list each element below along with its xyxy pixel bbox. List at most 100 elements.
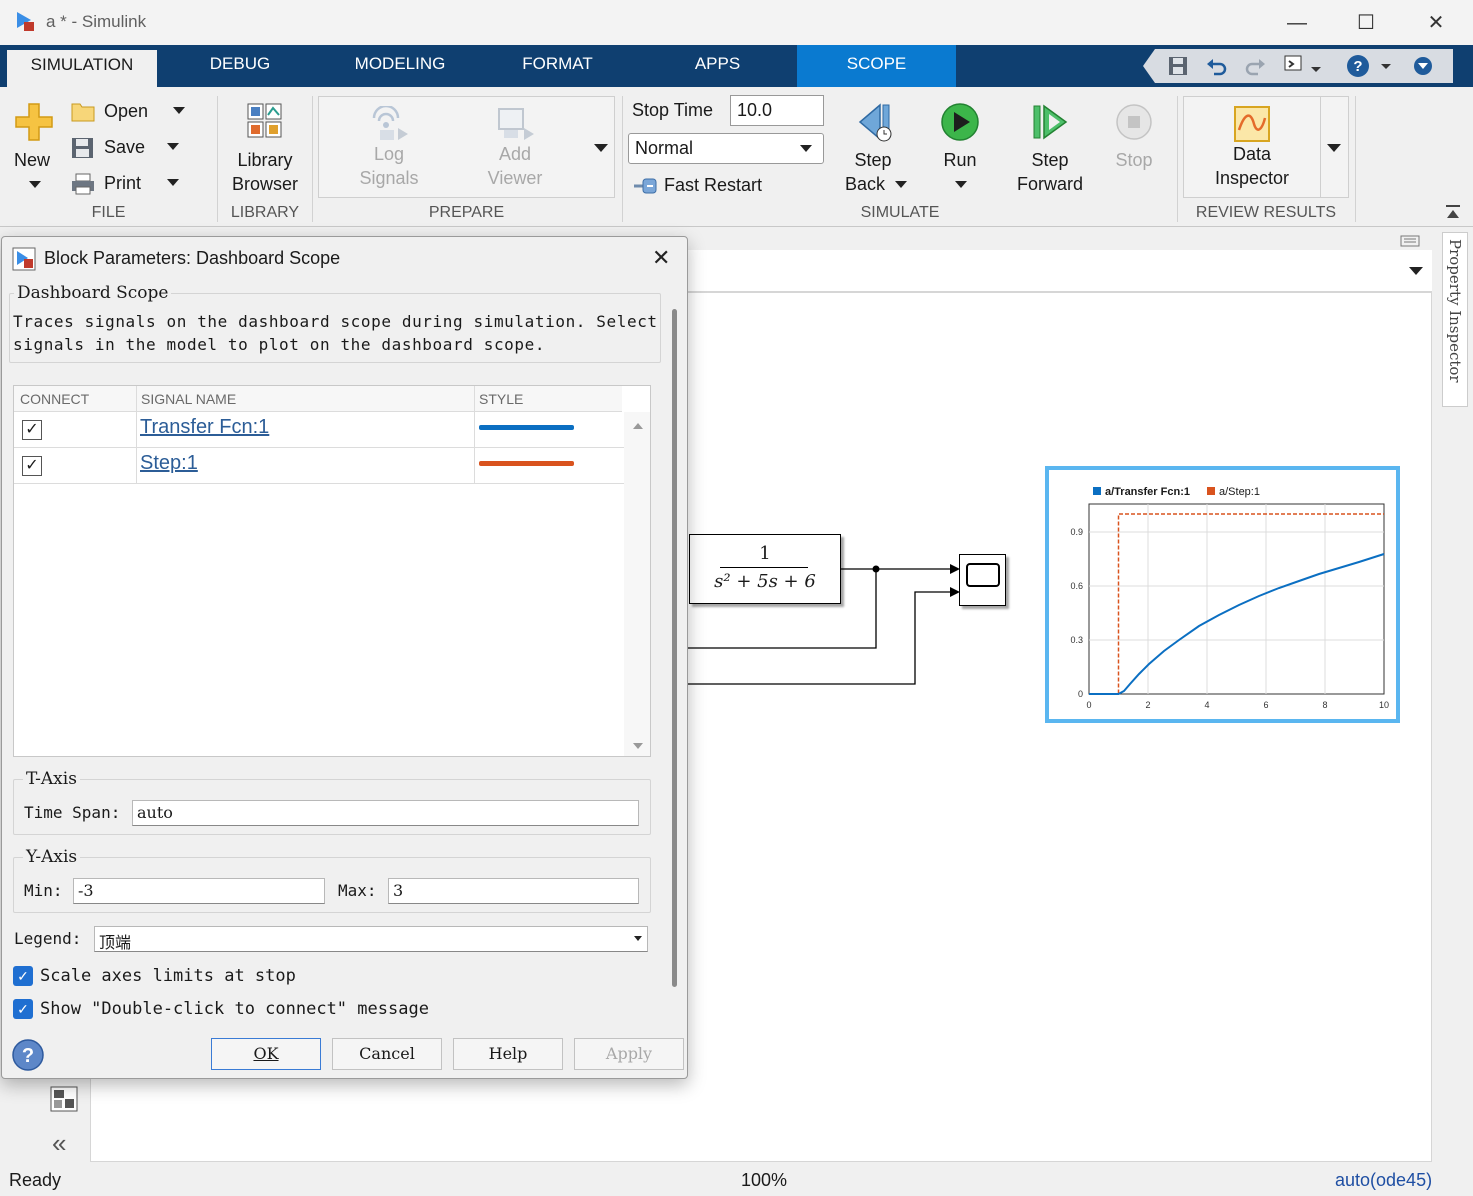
save-quick-icon[interactable] — [1167, 55, 1189, 77]
library-browser-icon[interactable] — [247, 103, 283, 139]
y-max-input[interactable]: 3 — [388, 878, 639, 904]
step-back-line2[interactable]: Back — [845, 174, 885, 195]
step-back-dropdown-icon[interactable] — [894, 180, 908, 190]
ribbon-separator — [1177, 96, 1178, 222]
model-browser-icon[interactable] — [50, 1086, 78, 1112]
new-model-icon[interactable] — [14, 102, 54, 142]
library-browser-line2[interactable]: Browser — [218, 174, 312, 195]
save-button[interactable]: Save — [104, 137, 145, 158]
time-span-input[interactable]: auto — [132, 800, 639, 826]
x-tick-2: 2 — [1145, 700, 1150, 710]
new-dropdown-icon[interactable] — [28, 180, 42, 190]
tab-simulation[interactable]: SIMULATION — [7, 50, 157, 87]
open-dropdown-icon[interactable] — [172, 106, 186, 116]
fraction-bar — [720, 567, 808, 568]
ok-button[interactable]: OK — [211, 1038, 321, 1070]
review-gallery-dropdown-icon[interactable] — [1326, 143, 1342, 153]
signal-link-step[interactable]: Step:1 — [140, 452, 198, 475]
maximize-button[interactable]: ☐ — [1343, 8, 1389, 38]
new-label[interactable]: New — [14, 150, 50, 171]
dialog-close-button[interactable]: ✕ — [652, 245, 670, 271]
run-dropdown-icon[interactable] — [954, 180, 968, 190]
dashboard-scope[interactable]: a/Transfer Fcn:1 a/Step:1 0 2 4 6 8 10 0… — [1045, 466, 1400, 723]
show-message-checkbox[interactable]: ✓ — [13, 999, 33, 1019]
property-inspector-tab[interactable]: Property Inspector — [1442, 232, 1468, 407]
tab-debug[interactable]: DEBUG — [170, 45, 310, 87]
y-max-label: Max: — [338, 881, 377, 900]
scale-axes-checkbox[interactable]: ✓ — [13, 966, 33, 986]
data-inspector-line1[interactable]: Data — [1200, 144, 1304, 165]
transfer-fcn-numerator: 1 — [759, 543, 771, 564]
table-row: ✓ Transfer Fcn:1 — [14, 412, 624, 448]
save-dropdown-icon[interactable] — [166, 142, 180, 152]
column-connect-header: CONNECT — [20, 391, 90, 407]
step-back-line1[interactable]: Step — [836, 150, 910, 171]
data-inspector-line2[interactable]: Inspector — [1200, 168, 1304, 189]
step-forward-line1[interactable]: Step — [1010, 150, 1090, 171]
close-window-button[interactable]: ✕ — [1413, 8, 1459, 38]
transfer-fcn-block[interactable]: 1 s² + 5s + 6 — [689, 534, 841, 604]
block-parameters-dialog: Block Parameters: Dashboard Scope ✕ Dash… — [1, 236, 688, 1079]
collapse-toolstrip-icon[interactable] — [1444, 204, 1462, 220]
tab-apps[interactable]: APPS — [650, 45, 785, 87]
fast-restart-icon[interactable] — [632, 176, 658, 196]
title-bar: a * - Simulink — ☐ ✕ — [0, 0, 1473, 45]
undo-icon[interactable] — [1205, 55, 1229, 77]
dialog-scrollbar-thumb[interactable] — [672, 309, 677, 987]
fast-restart-button[interactable]: Fast Restart — [664, 175, 762, 196]
connect-checkbox-step[interactable]: ✓ — [22, 456, 42, 476]
y-min-input[interactable]: -3 — [73, 878, 325, 904]
prepare-gallery-dropdown-icon[interactable] — [593, 143, 609, 153]
explorer-bar-dropdown-icon[interactable] — [1408, 266, 1424, 276]
run-icon[interactable] — [940, 102, 980, 142]
run-button[interactable]: Run — [924, 150, 996, 171]
open-button[interactable]: Open — [104, 101, 148, 122]
minimize-button[interactable]: — — [1274, 8, 1320, 38]
status-text: Ready — [9, 1170, 62, 1190]
collapse-ribbon-icon[interactable] — [1411, 55, 1435, 77]
cancel-button[interactable]: Cancel — [332, 1038, 442, 1070]
hide-explorer-bar-icon[interactable] — [1400, 235, 1420, 247]
help-button[interactable]: Help — [453, 1038, 563, 1070]
collapse-palette-icon[interactable]: « — [52, 1128, 66, 1159]
step-forward-icon[interactable] — [1030, 102, 1070, 142]
style-swatch-blue[interactable] — [479, 425, 574, 430]
solver-link[interactable]: auto(ode45) — [1335, 1170, 1432, 1191]
table-scrollbar[interactable] — [624, 412, 650, 756]
print-button[interactable]: Print — [104, 173, 141, 194]
scroll-down-icon[interactable] — [632, 742, 644, 750]
help-circle-icon[interactable]: ? — [11, 1038, 45, 1072]
signal-link-transfer-fcn[interactable]: Transfer Fcn:1 — [140, 416, 269, 439]
x-tick-4: 4 — [1204, 700, 1209, 710]
stop-time-input[interactable]: 10.0 — [730, 95, 824, 126]
simulation-mode-select[interactable]: Normal — [628, 133, 824, 164]
data-inspector-icon[interactable] — [1234, 106, 1270, 142]
print-dropdown-icon[interactable] — [166, 178, 180, 188]
tab-modeling[interactable]: MODELING — [330, 45, 470, 87]
y-tick-0-9: 0.9 — [1070, 527, 1083, 537]
style-swatch-orange[interactable] — [479, 461, 574, 466]
signals-table: CONNECT SIGNAL NAME STYLE ✓ Transfer Fcn… — [13, 385, 651, 757]
scroll-up-icon[interactable] — [632, 422, 644, 430]
show-message-label: Show "Double-click to connect" message — [40, 999, 429, 1019]
step-forward-line2[interactable]: Forward — [1010, 174, 1090, 195]
step-back-icon[interactable] — [854, 102, 896, 142]
tab-format[interactable]: FORMAT — [490, 45, 625, 87]
quick-access-toolbar: ? — [1143, 49, 1453, 83]
save-icon[interactable] — [70, 136, 96, 160]
t-axis-title: T-Axis — [23, 769, 80, 789]
section-library-label: LIBRARY — [230, 204, 300, 221]
legend-select[interactable]: 顶端 — [94, 926, 648, 952]
window-title: a * - Simulink — [46, 12, 147, 31]
open-folder-icon[interactable] — [70, 100, 96, 124]
time-span-label: Time Span: — [24, 803, 121, 822]
zoom-level: 100% — [741, 1170, 788, 1190]
print-icon[interactable] — [70, 172, 96, 196]
find-icon[interactable] — [1283, 53, 1323, 79]
help-icon[interactable]: ? — [1345, 53, 1397, 79]
add-viewer-line2: Viewer — [487, 168, 543, 188]
connect-checkbox-transfer-fcn[interactable]: ✓ — [22, 420, 42, 440]
tab-scope[interactable]: SCOPE — [797, 45, 956, 87]
scope-block[interactable] — [959, 554, 1006, 606]
library-browser-line1[interactable]: Library — [218, 150, 312, 171]
